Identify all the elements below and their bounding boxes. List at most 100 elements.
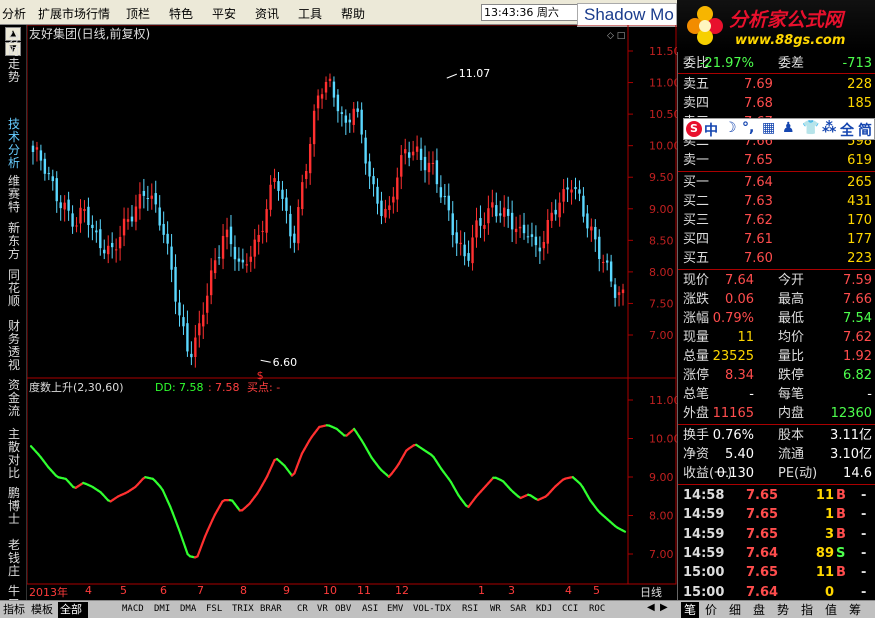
bid-volume: 177 bbox=[847, 232, 872, 247]
indicator-button-sar[interactable]: SAR bbox=[510, 604, 526, 614]
bid-row[interactable]: 买三 7.62 170 bbox=[678, 211, 875, 230]
right-tab-7[interactable]: 筹 bbox=[849, 602, 861, 618]
price-panel-frame bbox=[27, 25, 677, 379]
menu-help[interactable]: 帮助 bbox=[341, 5, 365, 22]
ask-volume: 228 bbox=[847, 77, 872, 92]
ime-skin-icon[interactable]: 👕 bbox=[802, 120, 819, 136]
indicator-button-cr[interactable]: CR bbox=[297, 604, 308, 614]
indicator-button-vr[interactable]: VR bbox=[317, 604, 328, 614]
scroll-right-icon[interactable]: ▶ bbox=[660, 602, 668, 613]
ime-user-icon[interactable]: ♟ bbox=[782, 120, 795, 136]
sidebar-tab-9[interactable]: 老钱庄 bbox=[7, 539, 21, 578]
indicator-button-obv[interactable]: OBV bbox=[335, 604, 351, 614]
candle-body bbox=[75, 225, 78, 227]
ime-chinese-mode[interactable]: 中 bbox=[704, 120, 718, 140]
stat-label: 现价 bbox=[683, 273, 710, 288]
indicator-button-wr[interactable]: WR bbox=[490, 604, 501, 614]
tab-all[interactable]: 全部 bbox=[58, 602, 88, 618]
right-tab-0[interactable]: 笔 bbox=[681, 602, 700, 618]
ime-simplified-mode[interactable]: 简 bbox=[858, 120, 872, 140]
indicator-button-emv[interactable]: EMV bbox=[387, 604, 403, 614]
menu-tools[interactable]: 工具 bbox=[298, 5, 322, 22]
menu-features[interactable]: 特色 bbox=[169, 5, 193, 22]
candle-body bbox=[265, 209, 268, 233]
indicator-button-macd[interactable]: MACD bbox=[122, 604, 144, 614]
tick-time: 14:59 bbox=[683, 526, 725, 542]
sidebar-tab-6[interactable]: 资金流 bbox=[7, 379, 21, 418]
ask-volume: 185 bbox=[847, 96, 872, 111]
menu-top-bar[interactable]: 顶栏 bbox=[126, 5, 150, 22]
divider bbox=[678, 171, 875, 172]
indicator-button-trix[interactable]: TRIX bbox=[232, 604, 254, 614]
stat-value: 7.66 bbox=[843, 292, 872, 307]
tick-side: S bbox=[836, 545, 846, 561]
ask-row[interactable]: 卖一 7.65 619 bbox=[678, 151, 875, 170]
ime-halfwidth-icon[interactable]: ☽ bbox=[724, 120, 737, 136]
candle-body bbox=[51, 176, 54, 182]
kline-chart[interactable]: 11.50 11.00 10.50 10.00 9.50 9.00 8.50 8.00 7.50… bbox=[27, 25, 677, 600]
divider bbox=[678, 269, 875, 270]
bid-row[interactable]: 买一 7.64 265 bbox=[678, 173, 875, 192]
sidebar-tab-4[interactable]: 同花顺 bbox=[7, 269, 21, 308]
ask-row[interactable]: 卖四 7.68 185 bbox=[678, 94, 875, 113]
chart-option-icon: ◇ □ bbox=[607, 31, 625, 41]
tab-indicator[interactable]: 指标 bbox=[1, 602, 28, 618]
candle-body bbox=[534, 236, 538, 246]
candle-body bbox=[324, 81, 328, 93]
sidebar-tab-0[interactable]: 分时走势 bbox=[7, 32, 21, 84]
indicator-button-roc[interactable]: ROC bbox=[589, 604, 605, 614]
indicator-button-cci[interactable]: CCI bbox=[562, 604, 578, 614]
indicator-button-kdj[interactable]: KDJ bbox=[536, 604, 552, 614]
tab-template[interactable]: 模板 bbox=[29, 602, 57, 618]
indicator-button-fsl[interactable]: FSL bbox=[206, 604, 222, 614]
stat-label: 最低 bbox=[778, 311, 805, 326]
sidebar-tab-3[interactable]: 新东方 bbox=[7, 222, 21, 261]
candle-body bbox=[419, 148, 423, 161]
ime-tools-icon[interactable]: ⁂ bbox=[822, 120, 836, 136]
candle-body bbox=[122, 218, 126, 236]
candle-body bbox=[281, 189, 284, 199]
right-tab-6[interactable]: 值 bbox=[825, 602, 837, 618]
stat-label: 涨停 bbox=[683, 368, 710, 383]
candle-body bbox=[257, 234, 260, 242]
candle-body bbox=[114, 249, 118, 251]
right-tab-3[interactable]: 盘 bbox=[753, 602, 765, 618]
ime-fullwidth-mode[interactable]: 全 bbox=[840, 120, 854, 140]
fund-label: 换手 bbox=[683, 428, 710, 443]
candle-body bbox=[455, 232, 458, 244]
indicator-button-rsi[interactable]: RSI bbox=[462, 604, 478, 614]
sidebar-tab-2[interactable]: 维赛特 bbox=[7, 175, 21, 214]
ime-keyboard-icon[interactable]: ▦ bbox=[762, 120, 775, 136]
tick-time: 14:58 bbox=[683, 488, 725, 503]
candle-body bbox=[396, 177, 399, 200]
bid-row[interactable]: 买二 7.63 431 bbox=[678, 192, 875, 211]
right-tab-1[interactable]: 价 bbox=[705, 602, 717, 618]
indicator-button-dma[interactable]: DMA bbox=[180, 604, 196, 614]
ask-row[interactable]: 卖五 7.69 228 bbox=[678, 75, 875, 94]
sidebar-tab-7[interactable]: 主散对比 bbox=[7, 428, 21, 480]
right-tab-5[interactable]: 指 bbox=[801, 602, 813, 618]
sidebar-tab-5[interactable]: 财务透视 bbox=[7, 320, 21, 372]
candle-body bbox=[380, 200, 383, 217]
right-tab-2[interactable]: 细 bbox=[729, 602, 741, 618]
menu-analysis[interactable]: 分析 bbox=[2, 5, 26, 22]
indicator-button-dmi[interactable]: DMI bbox=[154, 604, 170, 614]
candle-body bbox=[621, 289, 625, 294]
sogou-icon[interactable]: S bbox=[686, 121, 702, 137]
sidebar-tab-8[interactable]: 鹏博士 bbox=[7, 487, 21, 526]
menu-extended-market[interactable]: 扩展市场行情 bbox=[38, 5, 110, 22]
ime-punctuation-icon[interactable]: °, bbox=[742, 120, 754, 136]
menu-pingan[interactable]: 平安 bbox=[212, 5, 236, 22]
bid-row[interactable]: 买四 7.61 177 bbox=[678, 230, 875, 249]
scroll-left-icon[interactable]: ◀ bbox=[647, 602, 655, 613]
indicator-button-brar[interactable]: BRAR bbox=[260, 604, 282, 614]
indicator-button-asi[interactable]: ASI bbox=[362, 604, 378, 614]
sidebar-tab-1[interactable]: 技术分析 bbox=[7, 118, 21, 170]
indicator-button-vol-tdx[interactable]: VOL-TDX bbox=[413, 604, 451, 614]
candle-body bbox=[285, 197, 288, 211]
candle-body bbox=[305, 170, 308, 179]
ime-toolbar[interactable]: S 中 ☽ °, ▦ ♟ 👕 ⁂ 全 简 bbox=[683, 118, 875, 140]
menu-news[interactable]: 资讯 bbox=[255, 5, 279, 22]
right-tab-4[interactable]: 势 bbox=[777, 602, 789, 618]
bid-row[interactable]: 买五 7.60 223 bbox=[678, 249, 875, 268]
